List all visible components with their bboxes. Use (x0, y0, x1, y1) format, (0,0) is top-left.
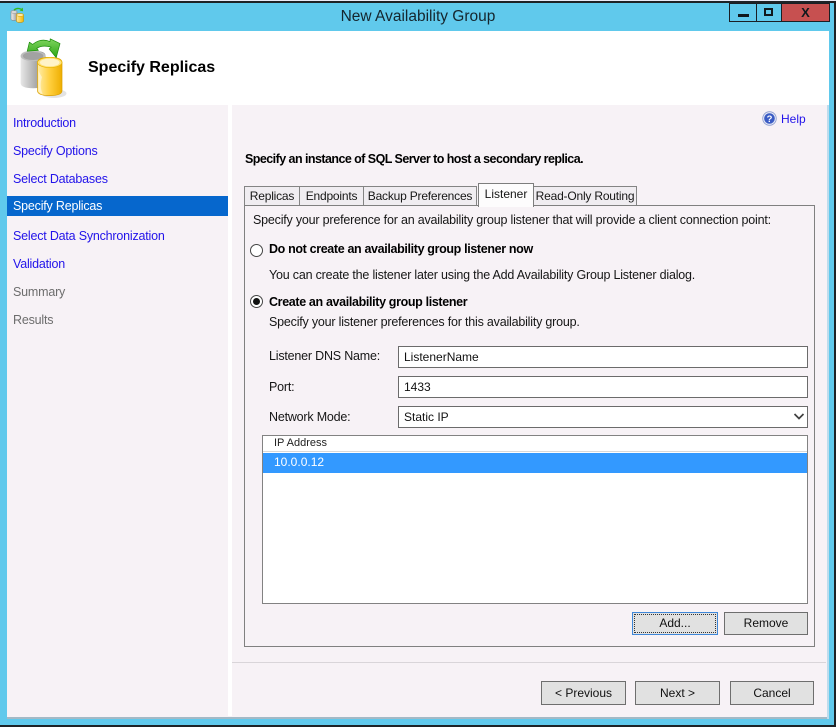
svg-text:?: ? (767, 114, 773, 125)
